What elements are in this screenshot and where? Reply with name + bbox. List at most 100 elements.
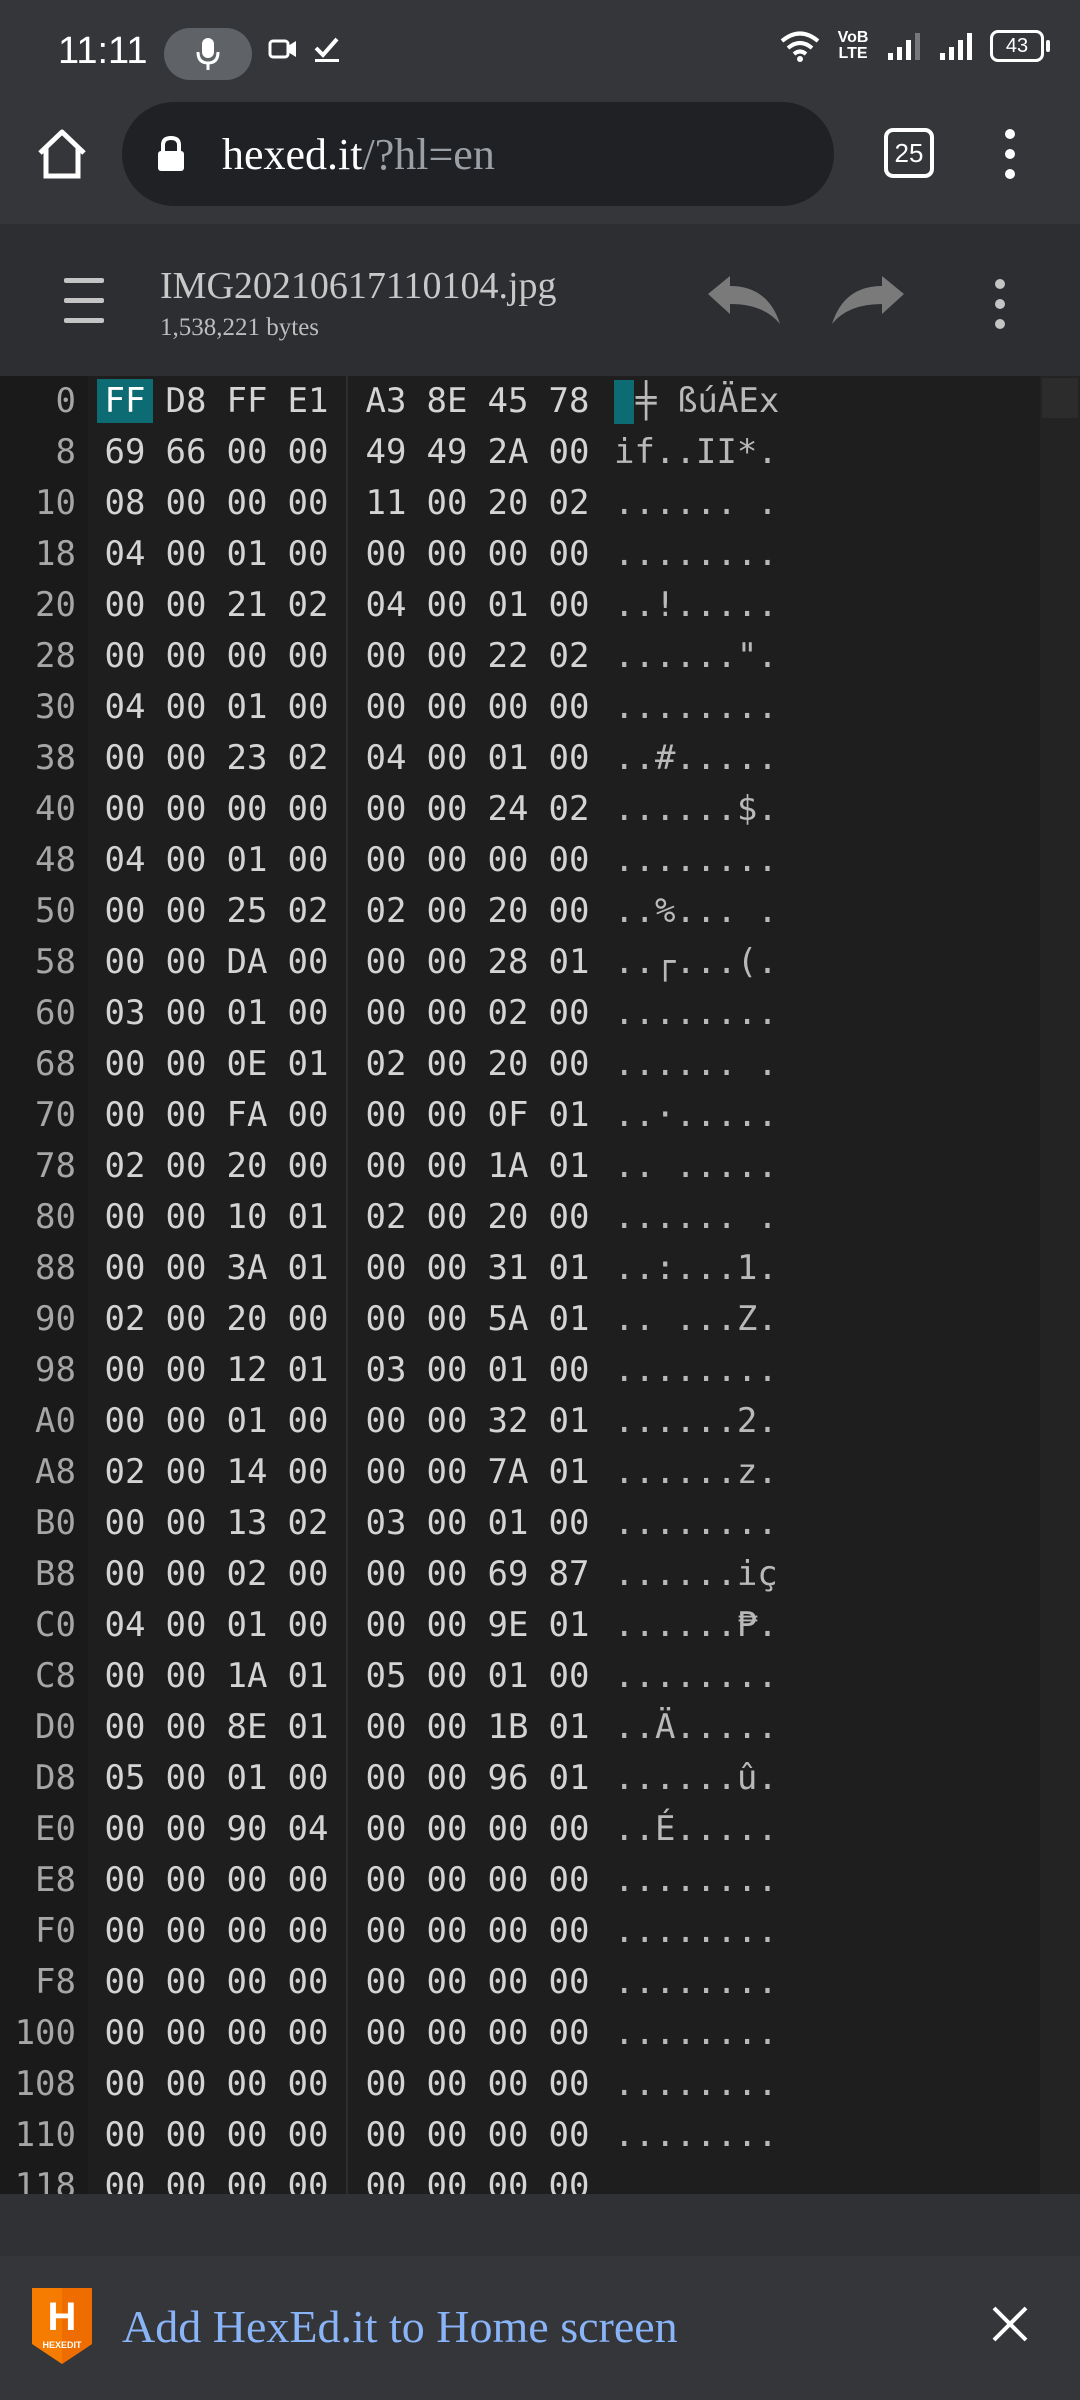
hex-byte[interactable]: 04 [358,583,414,627]
undo-icon[interactable] [704,272,784,336]
hex-byte[interactable]: 00 [158,1756,214,1800]
hex-byte[interactable]: 02 [97,1144,153,1188]
hex-byte[interactable]: 2A [480,430,536,474]
hex-byte[interactable]: 8E [219,1705,275,1749]
hex-byte[interactable]: 00 [280,838,336,882]
hex-byte[interactable]: 9E [480,1603,536,1647]
hex-byte[interactable]: 00 [419,532,475,576]
hex-byte[interactable]: 00 [219,2062,275,2106]
hex-byte[interactable]: 00 [280,634,336,678]
hex-byte[interactable]: 01 [480,1654,536,1698]
hex-byte[interactable]: 00 [158,532,214,576]
hex-byte[interactable]: 00 [219,1858,275,1902]
hex-byte[interactable]: 00 [158,1195,214,1239]
hex-byte[interactable]: 00 [97,1501,153,1545]
redo-icon[interactable] [828,272,908,336]
hex-byte[interactable]: 00 [419,1144,475,1188]
hex-byte[interactable]: 00 [219,2113,275,2157]
hex-byte[interactable]: 00 [541,2011,597,2055]
hex-byte[interactable]: 00 [419,685,475,729]
ascii-text[interactable]: ..!..... [614,580,778,631]
hex-byte[interactable]: 00 [158,583,214,627]
hex-byte[interactable]: 00 [158,1399,214,1443]
hex-byte[interactable]: 01 [541,1756,597,1800]
hex-byte[interactable]: 00 [97,2164,153,2194]
hex-byte[interactable]: 04 [280,1807,336,1851]
hex-byte[interactable]: 00 [158,991,214,1035]
ascii-text[interactable]: ......". [614,631,778,682]
hex-byte[interactable]: 00 [219,634,275,678]
selected-byte[interactable]: FF [97,379,153,423]
hex-byte[interactable]: 00 [280,2011,336,2055]
hex-byte[interactable]: 10 [219,1195,275,1239]
hex-byte[interactable]: 00 [158,1858,214,1902]
hex-byte[interactable]: 00 [358,1705,414,1749]
hex-byte[interactable]: 02 [280,1501,336,1545]
hex-byte[interactable]: 00 [358,940,414,984]
hex-byte[interactable]: 0E [219,1042,275,1086]
hex-byte[interactable]: 00 [158,736,214,780]
hex-byte[interactable]: A3 [358,379,414,423]
hex-byte[interactable]: 02 [358,889,414,933]
hex-byte[interactable]: 00 [419,1756,475,1800]
hex-byte[interactable]: 00 [358,1960,414,2004]
hex-byte[interactable]: 00 [480,532,536,576]
hex-byte[interactable]: 7A [480,1450,536,1494]
hex-byte[interactable]: 00 [419,1042,475,1086]
hex-byte[interactable]: 00 [158,1654,214,1698]
hex-byte[interactable]: 01 [219,838,275,882]
hex-byte[interactable]: 00 [358,1450,414,1494]
hex-byte[interactable]: 00 [280,2062,336,2106]
ascii-text[interactable]: ..┌...(. [614,937,778,988]
hex-byte[interactable]: 02 [280,889,336,933]
hex-byte[interactable]: 00 [419,1654,475,1698]
hex-byte[interactable]: 00 [419,1399,475,1443]
hex-byte[interactable]: 01 [541,1144,597,1188]
hex-byte[interactable]: 00 [419,2011,475,2055]
ascii-text[interactable]: ...... . [614,478,778,529]
hex-byte[interactable]: 00 [97,889,153,933]
hex-byte[interactable]: 00 [158,1450,214,1494]
hex-byte[interactable]: 00 [541,1042,597,1086]
hex-byte[interactable]: 01 [219,1399,275,1443]
hex-byte[interactable]: 00 [541,583,597,627]
hex-byte[interactable]: 00 [158,1807,214,1851]
hex-byte[interactable]: 69 [97,430,153,474]
close-icon[interactable] [990,2304,1030,2344]
hex-byte[interactable]: 00 [97,1654,153,1698]
hex-byte[interactable]: 12 [219,1348,275,1392]
hex-byte[interactable]: 02 [280,583,336,627]
hex-byte[interactable]: 1A [219,1654,275,1698]
hex-byte[interactable]: 1B [480,1705,536,1749]
hex-byte[interactable]: 00 [158,1246,214,1290]
hex-byte[interactable]: 00 [158,481,214,525]
hex-byte[interactable]: 00 [541,991,597,1035]
hex-byte[interactable]: 00 [280,1297,336,1341]
hex-byte[interactable]: 00 [97,583,153,627]
hex-byte[interactable]: 23 [219,736,275,780]
ascii-text[interactable]: ......₱. [614,1600,778,1651]
hex-byte[interactable]: 00 [219,481,275,525]
ascii-text[interactable]: ........ [614,1957,778,2008]
hex-byte[interactable]: 01 [219,685,275,729]
hex-byte[interactable]: 02 [97,1297,153,1341]
hex-byte[interactable]: 49 [358,430,414,474]
hex-byte[interactable]: 04 [358,736,414,780]
ascii-text[interactable]: .. ...Z. [614,1294,778,1345]
scrollbar-thumb[interactable] [1042,378,1078,418]
hex-byte[interactable]: 00 [219,1909,275,1953]
hex-byte[interactable]: 00 [219,2164,275,2194]
hex-byte[interactable]: 14 [219,1450,275,1494]
hex-byte[interactable]: 00 [97,1960,153,2004]
hex-byte[interactable]: 00 [358,2011,414,2055]
hex-byte[interactable]: 00 [480,685,536,729]
install-banner-text[interactable]: Add HexEd.it to Home screen [122,2300,678,2353]
hex-byte[interactable]: 00 [419,991,475,1035]
hex-byte[interactable]: 00 [158,1909,214,1953]
hex-byte[interactable]: 00 [480,838,536,882]
hex-byte[interactable]: 00 [419,2113,475,2157]
hex-byte[interactable]: 00 [419,583,475,627]
hex-byte[interactable]: 00 [541,532,597,576]
hex-byte[interactable]: 00 [419,1603,475,1647]
hex-byte[interactable]: 00 [280,1399,336,1443]
